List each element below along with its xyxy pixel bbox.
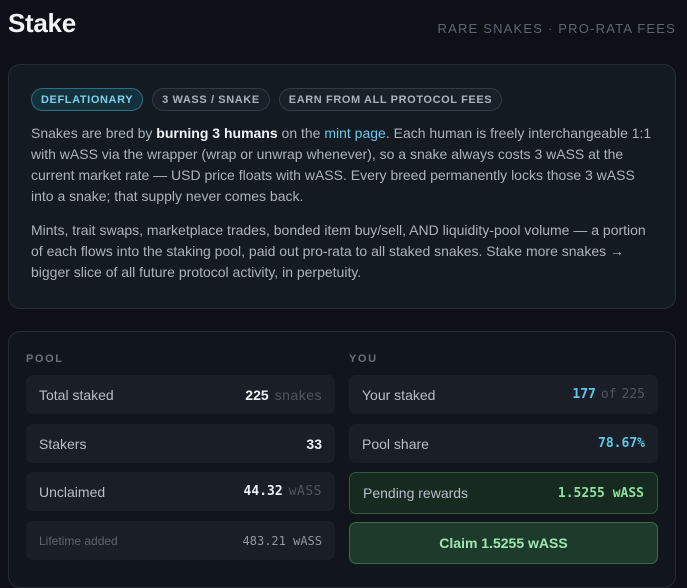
fees-paragraph: Mints, trait swaps, marketplace trades, … [31,222,646,280]
tag-pills: DEFLATIONARY 3 WASS / SNAKE EARN FROM AL… [31,88,653,111]
mint-page-link[interactable]: mint page [324,125,385,141]
intro-text-b: on the [277,125,325,141]
burn-emphasis: burning 3 humans [156,125,278,141]
price-badge: 3 WASS / SNAKE [152,88,270,111]
unclaimed-row: Unclaimed 44.32 wASS [26,472,335,511]
total-staked-value: 225 snakes [245,386,322,403]
lifetime-label: Lifetime added [39,533,118,548]
deflationary-badge: DEFLATIONARY [31,88,144,111]
intro-text-a: Snakes are bred by [31,125,157,141]
pool-share-label: Pool share [362,435,429,452]
stakers-value: 33 [306,435,322,452]
lifetime-value: 483.21 wASS [242,533,322,548]
total-staked-row: Total staked 225 snakes [26,375,335,414]
claim-button[interactable]: Claim 1.5255 wASS [349,522,658,564]
pending-rewards-row: Pending rewards 1.5255 wASS [349,472,658,514]
your-staked-row: Your staked 177 of 225 [349,375,658,414]
stats-card: POOL YOU Total staked 225 snakes Stakers … [8,331,676,588]
your-staked-value: 177 of 225 [572,387,645,402]
lifetime-row: Lifetime added 483.21 wASS [26,521,335,560]
page-tagline: RARE SNAKES · PRO-RATA FEES [437,21,676,36]
pool-heading: POOL [26,353,64,365]
stakers-label: Stakers [39,435,87,452]
pool-share-row: Pool share 78.67% [349,424,658,463]
pending-rewards-value: 1.5255 wASS [557,485,644,501]
you-heading: YOU [349,353,378,365]
page-title: Stake [8,8,76,38]
total-staked-label: Total staked [39,386,114,403]
stakers-row: Stakers 33 [26,424,335,463]
intro-paragraph: Snakes are bred by burning 3 humans on t… [31,123,653,207]
unclaimed-label: Unclaimed [39,483,106,500]
your-staked-label: Your staked [362,386,436,403]
pending-rewards-label: Pending rewards [363,485,469,501]
fees-badge: EARN FROM ALL PROTOCOL FEES [278,88,503,111]
pool-share-value: 78.67% [598,436,645,451]
unclaimed-value: 44.32 wASS [243,484,322,499]
info-card: DEFLATIONARY 3 WASS / SNAKE EARN FROM AL… [8,64,676,309]
